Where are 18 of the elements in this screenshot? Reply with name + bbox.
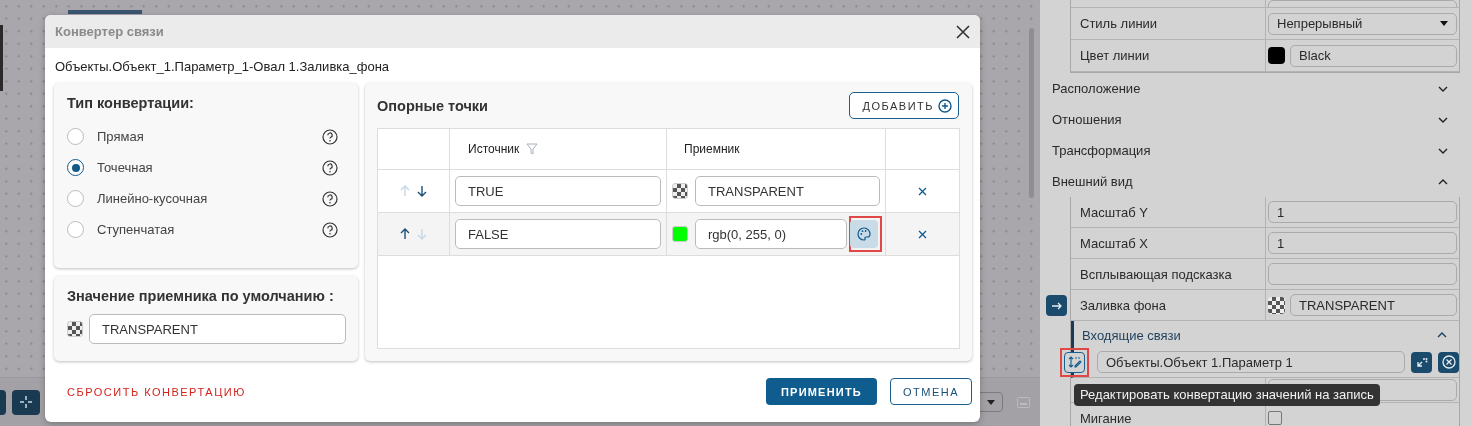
card-title: Значение приемника по умолчанию : [67,288,335,304]
property-label: Масштаб X [1071,228,1266,258]
option-label: Точечная [97,160,154,175]
card-title: Опорные точки [377,97,488,114]
option-label: Линейно-кусочная [97,191,209,206]
card-title: Тип конвертации: [67,95,195,111]
property-label: Масштаб Y [1071,197,1266,227]
property-label: Всплывающая подсказка [1071,259,1266,289]
option-label: Ступенчатая [97,222,176,237]
property-label: Заливка фона [1071,290,1266,320]
property-label: Цвет линии [1071,40,1266,71]
tooltip: Редактировать конвертацию значений на запись [1074,384,1380,406]
column-header: Приемник [684,142,740,156]
option-label: Прямая [97,129,145,144]
property-label: Стиль линии [1071,8,1266,39]
link-path: Объекты.Объект_1.Параметр_1-Овал 1.Заливка_фона [54,58,391,76]
dialog-title: Конвертер связи [55,24,165,39]
column-header: Источник [468,142,520,156]
